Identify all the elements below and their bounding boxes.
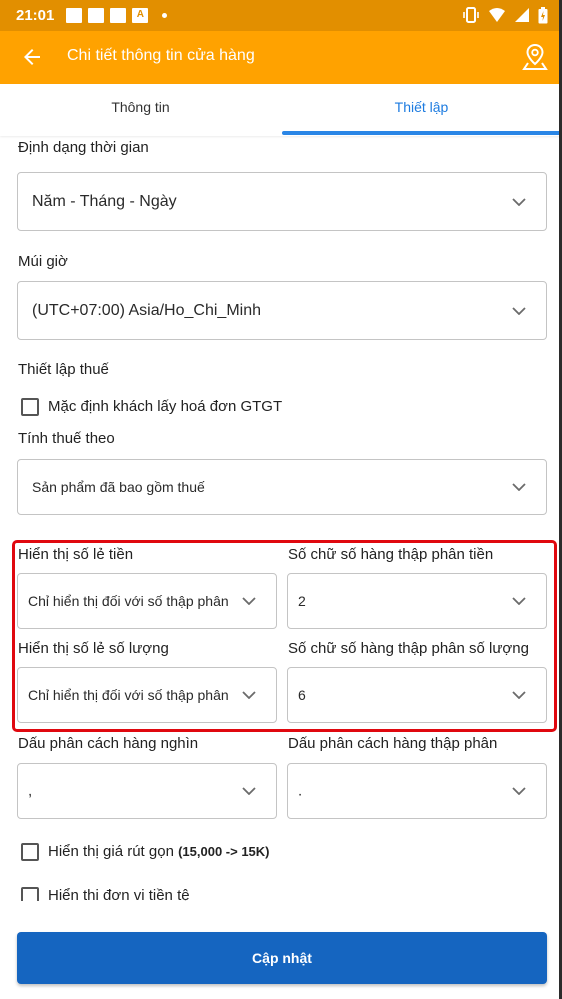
notification-icon: [66, 8, 83, 23]
chevron-down-icon: [512, 483, 526, 491]
tab-settings[interactable]: Thiết lập: [281, 84, 559, 136]
qty-decimal-display-value: Chỉ hiển thị đối với số thập phân: [28, 687, 229, 703]
tax-settings-label: Thiết lập thuế: [18, 361, 109, 378]
settings-form[interactable]: Định dạng thời gian Năm - Tháng - Ngày M…: [0, 137, 559, 901]
vibrate-icon: [463, 7, 479, 23]
qty-decimal-digits-select[interactable]: 6: [287, 667, 547, 723]
qty-decimal-display-select[interactable]: Chỉ hiển thị đối với số thập phân: [17, 667, 277, 723]
qty-decimal-display-label: Hiển thị số lẻ số lượng: [18, 640, 169, 657]
currency-unit-label[interactable]: Hiển thị đơn vị tiền tệ: [48, 887, 190, 901]
qty-decimal-digits-value: 6: [298, 687, 306, 703]
notification-icon: [110, 8, 127, 23]
money-decimal-digits-label: Số chữ số hàng thập phân tiền: [288, 546, 494, 563]
tab-info[interactable]: Thông tin: [0, 84, 281, 136]
timezone-select[interactable]: (UTC+07:00) Asia/Ho_Chi_Minh: [17, 281, 547, 340]
currency-unit-checkbox[interactable]: [21, 887, 39, 901]
chevron-down-icon: [512, 691, 526, 699]
status-bar: 21:01 A: [0, 0, 559, 31]
qty-decimal-digits-label: Số chữ số hàng thập phân số lượng: [288, 640, 529, 657]
money-decimal-display-select[interactable]: Chỉ hiển thị đối với số thập phân: [17, 573, 277, 629]
signal-icon: [515, 8, 529, 22]
tax-calc-label: Tính thuế theo: [18, 430, 115, 447]
app-bar: Chi tiết thông tin cửa hàng: [0, 31, 559, 84]
timezone-value: (UTC+07:00) Asia/Ho_Chi_Minh: [32, 301, 261, 319]
chevron-down-icon: [242, 691, 256, 699]
money-decimal-display-label: Hiển thị số lẻ tiền: [18, 546, 134, 563]
vat-invoice-checkbox[interactable]: [21, 398, 39, 416]
vat-invoice-label[interactable]: Mặc định khách lấy hoá đơn GTGT: [48, 398, 282, 415]
decimal-separator-select[interactable]: .: [287, 763, 547, 819]
money-decimal-digits-select[interactable]: 2: [287, 573, 547, 629]
time-format-value: Năm - Tháng - Ngày: [32, 192, 177, 210]
time-format-select[interactable]: Năm - Tháng - Ngày: [17, 172, 547, 231]
tax-calc-select[interactable]: Sản phẩm đã bao gồm thuế: [17, 459, 547, 515]
chevron-down-icon: [512, 787, 526, 795]
app-screen: 21:01 A Chi tiết thông tin cửa hàng Thôn…: [0, 0, 562, 999]
notification-icon: [88, 8, 105, 23]
back-arrow-icon[interactable]: [20, 45, 44, 69]
location-pin-icon[interactable]: [522, 43, 548, 71]
status-time: 21:01: [16, 7, 55, 24]
decimal-separator-label: Dấu phân cách hàng thập phân: [288, 735, 498, 752]
wifi-icon: [489, 8, 505, 22]
time-format-label: Định dạng thời gian: [18, 139, 149, 156]
chevron-down-icon: [242, 597, 256, 605]
chevron-down-icon: [512, 197, 526, 206]
chevron-down-icon: [242, 787, 256, 795]
thousands-separator-label: Dấu phân cách hàng nghìn: [18, 735, 199, 752]
thousands-separator-value: ,: [28, 782, 33, 800]
chevron-down-icon: [512, 306, 526, 315]
active-tab-indicator: [282, 131, 559, 135]
notification-icon: A: [132, 8, 149, 23]
more-notifications-icon: [162, 13, 168, 18]
bottom-bar: Cập nhật: [0, 901, 559, 999]
chevron-down-icon: [512, 597, 526, 605]
tax-calc-value: Sản phẩm đã bao gồm thuế: [32, 479, 205, 495]
thousands-separator-select[interactable]: ,: [17, 763, 277, 819]
timezone-label: Múi giờ: [18, 253, 68, 270]
update-button[interactable]: Cập nhật: [17, 932, 547, 984]
money-decimal-digits-value: 2: [298, 593, 306, 609]
decimal-separator-value: .: [298, 782, 303, 800]
short-price-checkbox[interactable]: [21, 843, 39, 861]
short-price-hint: (15,000 -> 15K): [178, 844, 270, 859]
page-title: Chi tiết thông tin cửa hàng: [67, 47, 255, 64]
money-decimal-display-value: Chỉ hiển thị đối với số thập phân: [28, 593, 229, 609]
short-price-label[interactable]: Hiển thị giá rút gọn (15,000 -> 15K): [48, 843, 270, 860]
tab-bar: Thông tin Thiết lập: [0, 84, 559, 136]
battery-icon: [538, 6, 548, 23]
